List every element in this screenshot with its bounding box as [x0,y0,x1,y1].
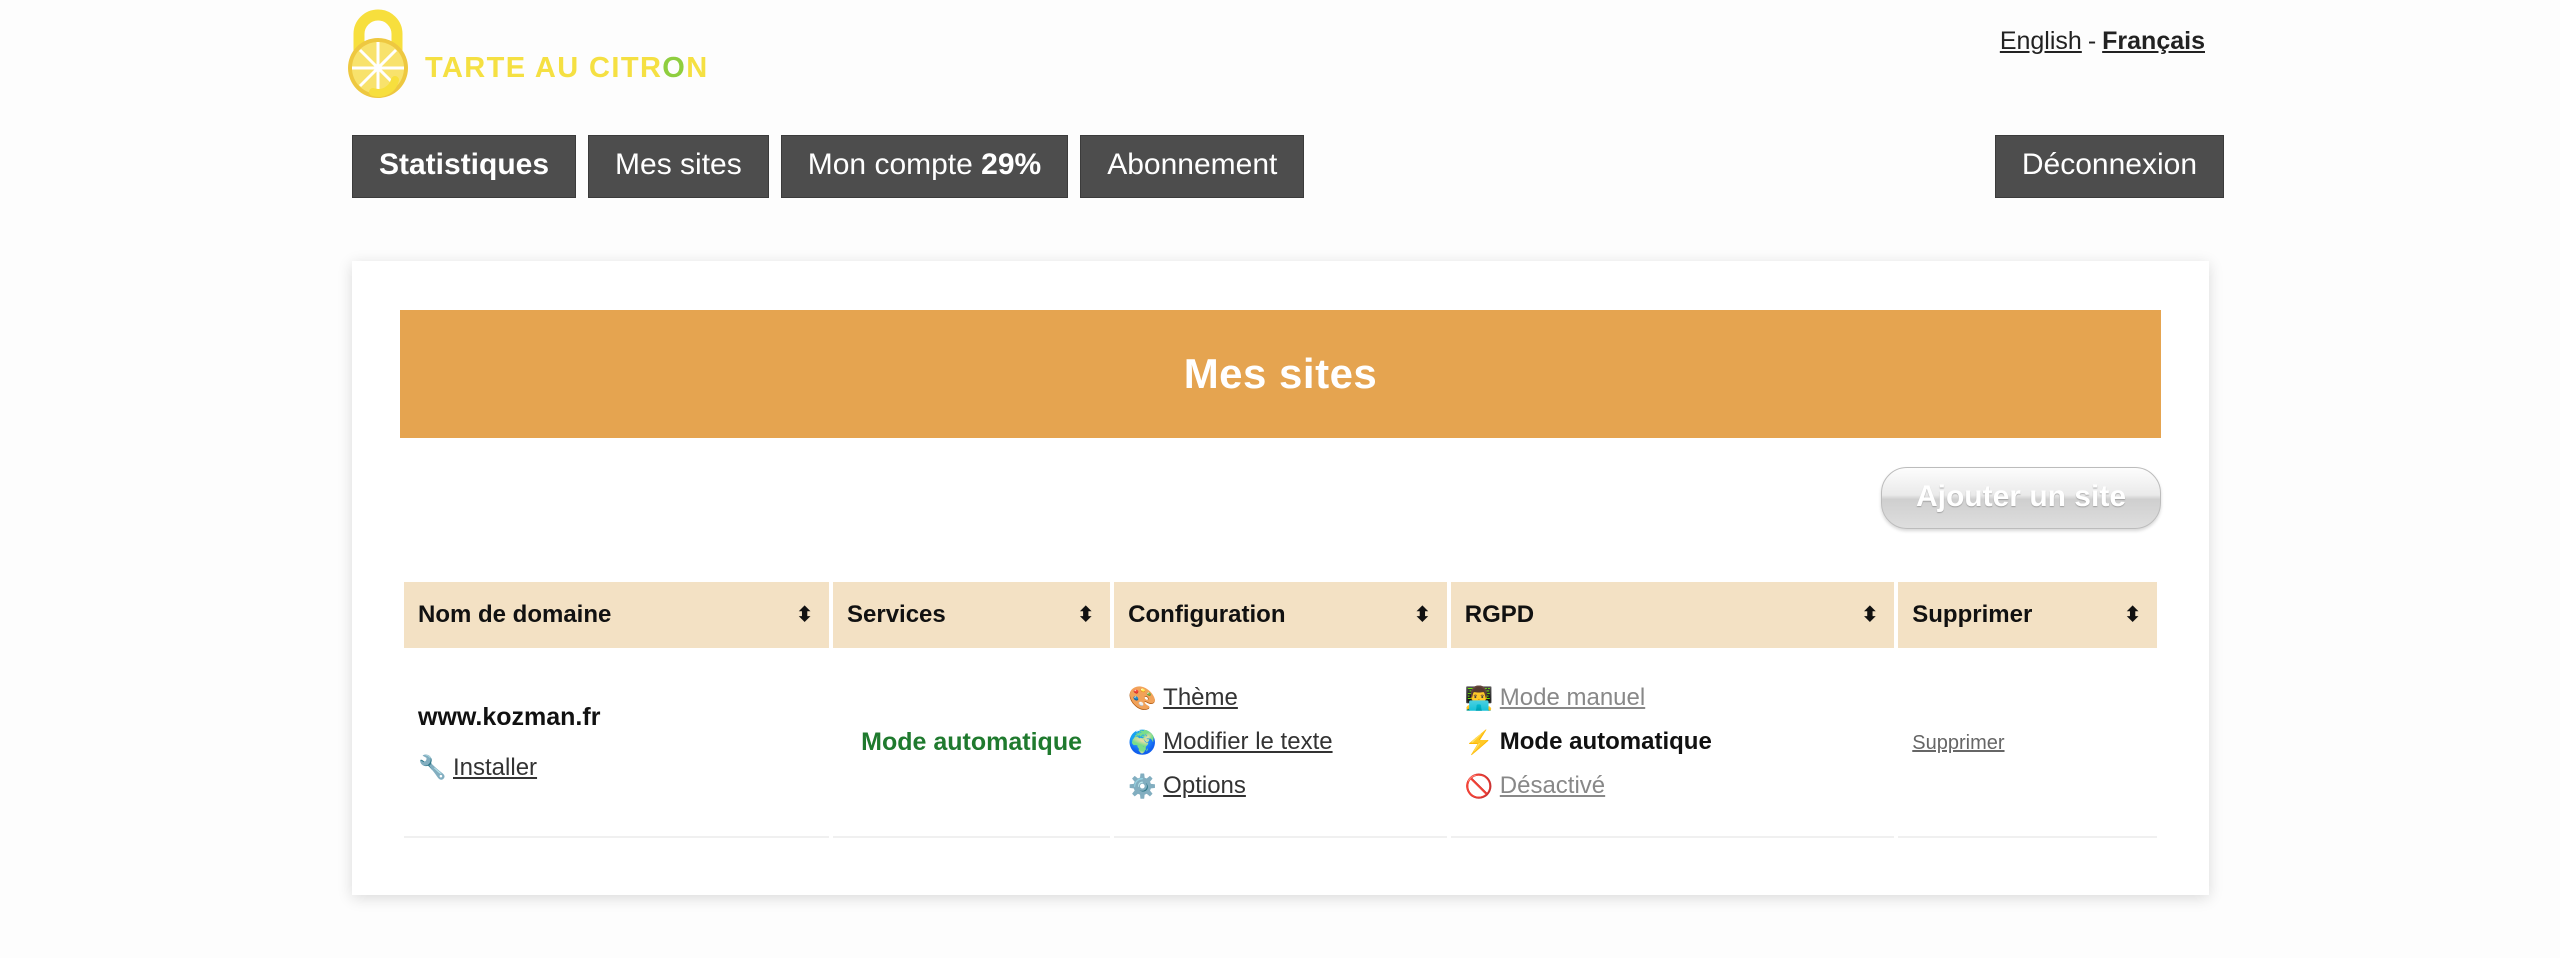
config-theme-row[interactable]: 🎨 Thème [1128,684,1433,712]
page-root: TARTE AU CITRON English - Français Statist… [0,0,2560,958]
cell-rgpd: 👨‍💻 Mode manuel ⚡ Mode automatique 🚫 Dés… [1450,648,1895,838]
cell-services: Mode automatique [833,648,1111,838]
nav-item-mes-sites[interactable]: Mes sites [588,135,769,198]
page-title: Mes sites [1183,350,1378,397]
column-header-rgpd[interactable]: RGPD ⬍ [1450,582,1895,648]
nav-item-mon-compte[interactable]: Mon compte 29% [780,135,1069,198]
column-header-label: Supprimer [1912,601,2033,628]
config-theme-link[interactable]: Thème [1163,684,1238,712]
config-options-link[interactable]: Options [1163,772,1246,800]
brand-name-part2: N [686,51,709,84]
config-text-row[interactable]: 🌍 Modifier le texte [1128,728,1433,756]
globe-icon: 🌍 [1128,728,1157,755]
lemon-padlock-logo-icon [348,9,408,98]
rgpd-desactive-link[interactable]: Désactivé [1500,772,1605,800]
language-switcher: English - Français [2000,27,2205,56]
page-header: TARTE AU CITRON English - Français [0,0,2560,118]
language-link-english[interactable]: English [2000,27,2082,55]
person-laptop-icon: 👨‍💻 [1464,684,1494,711]
cell-supprimer: Supprimer [1898,648,2157,838]
sort-toggle-icon[interactable]: ⬍ [2124,605,2141,625]
add-site-button[interactable]: Ajouter un site [1880,467,2161,529]
column-header-services[interactable]: Services ⬍ [833,582,1111,648]
brand-name: TARTE AU CITRON [425,26,709,85]
services-mode-label: Mode automatique [861,727,1082,756]
sort-toggle-icon[interactable]: ⬍ [1862,605,1879,625]
nav-item-mon-compte-label: Mon compte [807,148,982,181]
gear-icon: ⚙️ [1128,772,1157,799]
rgpd-desactive-row[interactable]: 🚫 Désactivé [1465,772,1880,800]
table-row: www.kozman.fr 🔧 Installer Mode automatiq… [404,648,2157,838]
language-link-francais[interactable]: Français [2102,27,2205,55]
content-card: Mes sites Ajouter un site Nom de domaine… [352,261,2209,895]
sites-table-head: Nom de domaine ⬍ Services ⬍ Configuratio… [404,582,2157,648]
column-header-label: Nom de domaine [418,601,612,628]
column-header-label: RGPD [1464,601,1535,628]
rgpd-mode-manuel-link[interactable]: Mode manuel [1500,684,1645,712]
column-header-nom-de-domaine[interactable]: Nom de domaine ⬍ [404,582,829,648]
rgpd-mode-automatique-label: Mode automatique [1499,728,1712,755]
nav-item-statistiques[interactable]: Statistiques [352,135,577,198]
actions-row: Ajouter un site [400,438,2161,558]
rgpd-mode-automatique-row: ⚡ Mode automatique [1465,728,1880,756]
sort-toggle-icon[interactable]: ⬍ [1077,605,1094,625]
logout-button[interactable]: Déconnexion [1994,135,2224,198]
brand-logo-group[interactable]: TARTE AU CITRON [345,6,709,104]
prohibited-icon: 🚫 [1464,772,1494,799]
domain-name: www.kozman.fr [418,702,601,731]
column-header-supprimer[interactable]: Supprimer ⬍ [1898,582,2157,648]
nav-item-mon-compte-percent: 29% [981,148,1042,181]
sort-toggle-icon[interactable]: ⬍ [796,605,813,625]
page-title-banner: Mes sites [400,310,2161,438]
config-modifier-texte-link[interactable]: Modifier le texte [1163,728,1332,756]
cell-configuration: 🎨 Thème 🌍 Modifier le texte ⚙️ Options [1114,648,1447,838]
column-header-label: Configuration [1128,601,1286,628]
sites-table-body: www.kozman.fr 🔧 Installer Mode automatiq… [404,648,2157,838]
table-header-row: Nom de domaine ⬍ Services ⬍ Configuratio… [404,582,2157,648]
cell-nom-de-domaine: www.kozman.fr 🔧 Installer [404,648,829,838]
sites-table: Nom de domaine ⬍ Services ⬍ Configuratio… [400,582,2161,838]
palette-icon: 🎨 [1128,684,1157,711]
delete-site-link[interactable]: Supprimer [1912,732,2004,754]
language-separator: - [2087,27,2097,55]
install-link-row[interactable]: 🔧 Installer [418,754,815,782]
lightning-icon: ⚡ [1464,728,1494,755]
nav-item-abonnement[interactable]: Abonnement [1080,135,1305,198]
wrench-icon: 🔧 [418,754,447,780]
main-navigation: Statistiques Mes sites Mon compte 29% Ab… [352,135,1305,198]
column-header-configuration[interactable]: Configuration ⬍ [1114,582,1447,648]
rgpd-mode-manuel-row[interactable]: 👨‍💻 Mode manuel [1465,684,1880,712]
sort-toggle-icon[interactable]: ⬍ [1414,605,1431,625]
install-link[interactable]: Installer [453,754,537,782]
brand-name-part1: TARTE AU CITR [425,51,663,84]
config-options-row[interactable]: ⚙️ Options [1128,772,1433,800]
column-header-label: Services [847,601,946,628]
brand-name-o: O [662,51,687,84]
